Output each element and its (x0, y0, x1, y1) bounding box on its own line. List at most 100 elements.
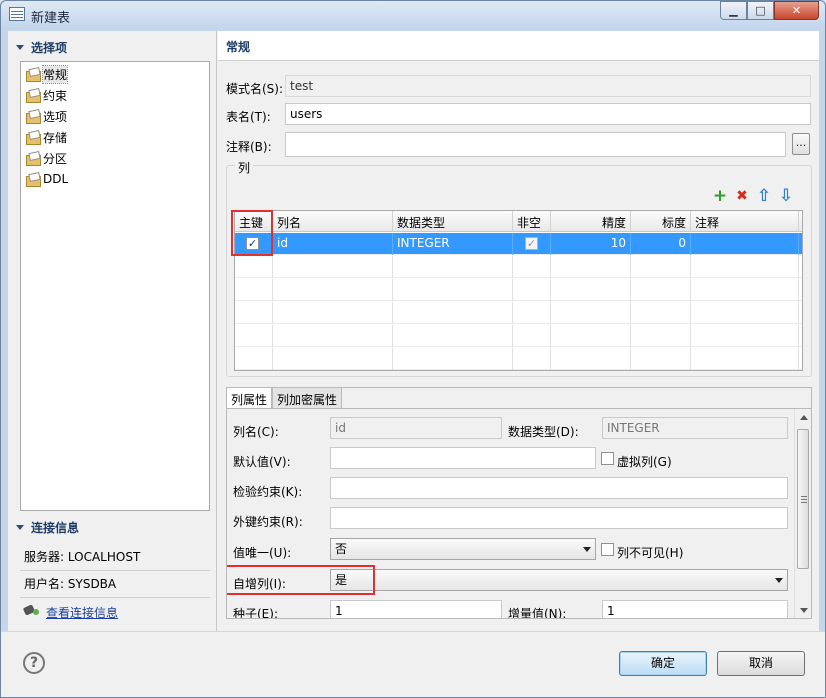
seed-input[interactable]: 1 (330, 600, 502, 618)
page-folder-icon (25, 110, 41, 124)
tab-column-encryption[interactable]: 列加密属性 (272, 387, 343, 408)
page-header: 常规 (218, 31, 819, 61)
default-value-input[interactable] (330, 447, 596, 469)
maximize-button[interactable]: □ (747, 1, 774, 20)
increment-input[interactable]: 1 (602, 600, 788, 618)
column-name-label: 列名(C): (233, 425, 279, 439)
scroll-up-icon[interactable] (800, 415, 808, 420)
foreign-key-label: 外键约束(R): (233, 515, 303, 529)
unique-label: 值唯一(U): (233, 546, 292, 560)
scroll-down-icon[interactable] (800, 608, 808, 613)
delete-column-icon[interactable]: ✖ (733, 187, 751, 205)
move-down-icon[interactable]: ⇩ (777, 187, 795, 205)
ok-button[interactable]: 确定 (619, 651, 707, 676)
page-folder-icon (25, 131, 41, 145)
nav-item-options[interactable]: 选项 (25, 106, 67, 126)
virtual-column-label: 虚拟列(G) (617, 455, 672, 469)
dialog-footer: ? 确定 取消 (1, 631, 825, 697)
table-icon (9, 7, 25, 21)
header-precision[interactable]: 精度 (551, 211, 631, 232)
seed-label: 种子(E): (233, 607, 278, 618)
cell-type[interactable]: INTEGER (393, 233, 513, 255)
divider (20, 570, 210, 571)
page-folder-icon (25, 173, 41, 187)
data-type-field: INTEGER (602, 417, 788, 439)
server-info: 服务器: LOCALHOST (24, 550, 141, 564)
conn-section-header[interactable]: 连接信息 (14, 517, 210, 537)
nav-tree: 常规 约束 选项 存储 分区 DDL (20, 61, 210, 511)
left-panel: 选择项 常规 约束 选项 存储 分区 DDL 连接信息 服务器: LOCALHO… (8, 31, 217, 631)
cell-comment[interactable] (691, 233, 799, 255)
nav-item-partition[interactable]: 分区 (25, 148, 67, 168)
foreign-key-input[interactable] (330, 507, 788, 529)
nav-item-general[interactable]: 常规 (25, 64, 69, 84)
nav-section-header[interactable]: 选择项 (14, 37, 210, 57)
schema-field: test (285, 75, 811, 97)
page-folder-icon (25, 68, 41, 82)
header-notnull[interactable]: 非空 (513, 211, 551, 232)
table-row (235, 256, 802, 278)
columns-table: 主键 列名 数据类型 非空 精度 标度 注释 ✓ id INTEGER ✓ 10… (234, 210, 803, 371)
identity-highlight-box (227, 565, 375, 595)
dropdown-arrow-icon (775, 578, 783, 583)
add-column-icon[interactable]: + (711, 187, 729, 205)
comment-input[interactable] (285, 132, 786, 157)
invisible-column-checkbox[interactable] (601, 543, 614, 556)
table-row (235, 325, 802, 347)
properties-scrollbar[interactable] (794, 409, 811, 618)
virtual-column-checkbox[interactable] (601, 452, 614, 465)
header-scale[interactable]: 标度 (631, 211, 691, 232)
help-icon[interactable]: ? (23, 652, 45, 674)
view-connection-link[interactable]: 查看连接信息 (46, 604, 118, 621)
nav-item-constraints[interactable]: 约束 (25, 85, 67, 105)
dropdown-arrow-icon (583, 547, 591, 552)
table-row (235, 348, 802, 370)
divider (20, 597, 210, 598)
unique-select[interactable]: 否 (330, 538, 596, 560)
pk-highlight-box (231, 210, 273, 256)
page-folder-icon (25, 89, 41, 103)
schema-label: 模式名(S): (226, 82, 284, 96)
header-name[interactable]: 列名 (273, 211, 393, 232)
scrollbar-thumb[interactable] (797, 429, 809, 569)
window-title: 新建表 (31, 11, 71, 26)
increment-label: 增量值(N): (508, 607, 567, 618)
data-type-label: 数据类型(D): (508, 425, 579, 439)
check-constraint-label: 检验约束(K): (233, 485, 303, 499)
right-panel: 常规 模式名(S): test 表名(T): users 注释(B): ... … (218, 31, 819, 631)
table-name-input[interactable]: users (285, 103, 811, 125)
table-row[interactable]: ✓ id INTEGER ✓ 10 0 (235, 233, 802, 255)
comment-label: 注释(B): (226, 140, 272, 154)
table-name-label: 表名(T): (226, 110, 271, 124)
page-title: 常规 (226, 40, 251, 54)
comment-browse-button[interactable]: ... (792, 133, 810, 155)
default-value-label: 默认值(V): (233, 455, 291, 469)
cell-scale[interactable]: 0 (631, 233, 691, 255)
columns-group-title: 列 (235, 159, 254, 176)
title-bar: 新建表 ▁ □ ✕ (1, 1, 825, 29)
move-up-icon[interactable]: ⇧ (755, 187, 773, 205)
tab-column-properties[interactable]: 列属性 (226, 387, 273, 408)
close-button[interactable]: ✕ (774, 1, 819, 20)
nav-item-ddl[interactable]: DDL (25, 169, 68, 189)
table-header: 主键 列名 数据类型 非空 精度 标度 注释 (235, 211, 802, 232)
column-properties-panel: 列属性 列加密属性 列名(C): id 数据类型(D): INTEGER 默认值… (226, 387, 812, 619)
table-row (235, 279, 802, 301)
invisible-column-label: 列不可见(H) (617, 546, 684, 560)
check-constraint-input[interactable] (330, 477, 788, 499)
column-name-field: id (330, 417, 502, 439)
nav-item-storage[interactable]: 存储 (25, 127, 67, 147)
page-folder-icon (25, 152, 41, 166)
identity-select[interactable]: 是 (330, 569, 788, 591)
collapse-triangle-icon (16, 524, 24, 530)
user-info: 用户名: SYSDBA (24, 577, 117, 591)
cancel-button[interactable]: 取消 (717, 651, 805, 676)
cell-name[interactable]: id (273, 233, 393, 255)
header-type[interactable]: 数据类型 (393, 211, 513, 232)
cell-precision[interactable]: 10 (551, 233, 631, 255)
columns-group: 列 + ✖ ⇧ ⇩ 主键 列名 数据类型 非空 精度 标度 注释 ✓ id IN… (226, 159, 812, 377)
minimize-button[interactable]: ▁ (720, 1, 747, 20)
notnull-checkbox[interactable]: ✓ (525, 237, 538, 250)
table-row (235, 302, 802, 324)
header-comment[interactable]: 注释 (691, 211, 799, 232)
